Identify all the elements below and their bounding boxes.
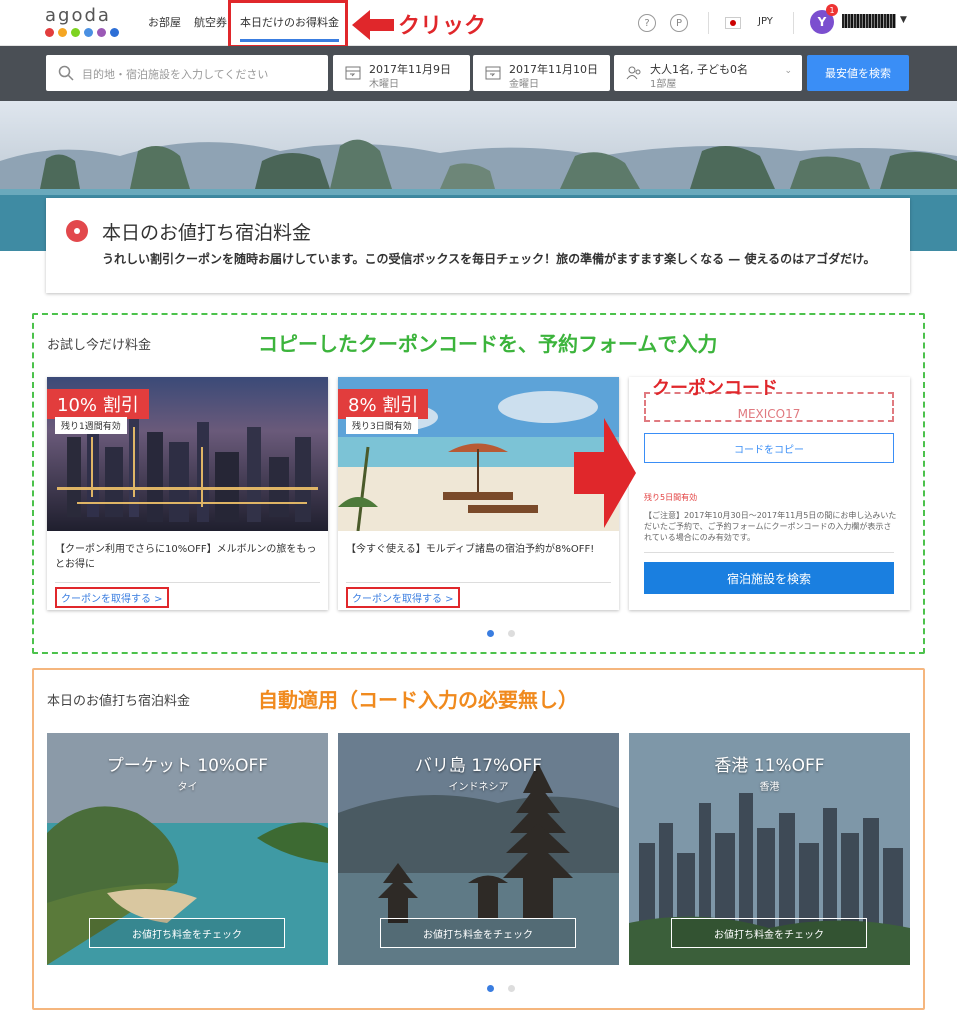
- coupon-carousel-dots[interactable]: [487, 630, 515, 637]
- coupon-code-card: MEXICO17 コードをコピー 残り5日間有効 【ご注意】2017年10月30…: [629, 377, 910, 610]
- checkin-day: 木曜日: [369, 79, 399, 90]
- guests-selector[interactable]: 大人1名, 子ども0名 1部屋 ⌄: [614, 55, 802, 91]
- coupon-description: 【今すぐ使える】モルディブ諸島の宿泊予約が8%OFF!: [346, 544, 595, 555]
- melbourne-city-image: 10% 割引 残り1週間有効: [47, 377, 328, 531]
- logo-dot: [84, 28, 93, 37]
- search-lowest-price-button[interactable]: 最安値を検索: [807, 55, 909, 91]
- carousel-dot-active[interactable]: [487, 630, 494, 637]
- chevron-down-icon[interactable]: ▼: [900, 15, 907, 25]
- guests-icon: [626, 66, 641, 80]
- copy-code-button[interactable]: コードをコピー: [644, 433, 894, 463]
- search-bar: 目的地・宿泊施設を入力してください 2017年11月9日 木曜日 2017年11…: [0, 46, 957, 101]
- logo-text: agoda: [45, 5, 111, 26]
- divider: [708, 12, 709, 34]
- checkout-day: 金曜日: [509, 79, 539, 90]
- code-remaining: 残り5日間有効: [644, 493, 698, 502]
- destination-card-bali[interactable]: バリ島 17%OFF インドネシア お値打ち料金をチェック: [338, 733, 619, 965]
- nav-flights[interactable]: 航空券: [194, 14, 227, 30]
- redacted-username[interactable]: [842, 14, 896, 28]
- logo-dot: [45, 28, 54, 37]
- destination-search-input[interactable]: 目的地・宿泊施設を入力してください: [46, 55, 328, 91]
- help-icon[interactable]: ?: [638, 14, 656, 32]
- coupon-remaining: 残り1週間有効: [55, 417, 127, 434]
- chevron-down-icon: ⌄: [784, 66, 792, 76]
- destination-country: タイ: [177, 782, 198, 793]
- coupon-discount: 8% 割引: [338, 389, 429, 419]
- search-hotels-button[interactable]: 宿泊施設を検索: [644, 562, 894, 594]
- notification-badge: 1: [826, 4, 838, 16]
- annotation-click: クリック: [398, 14, 487, 39]
- destination-name: 香港 11%OFF: [714, 756, 825, 776]
- destination-card-phuket[interactable]: プーケット 10%OFF タイ お値打ち料金をチェック: [47, 733, 328, 965]
- rooms-count: 1部屋: [650, 79, 677, 90]
- divider: [644, 552, 894, 553]
- divider: [793, 12, 794, 34]
- coupon-description: 【クーポン利用でさらに10%OFF】メルボルンの旅をもっとお得に: [55, 544, 317, 570]
- deals-section-label: 本日のお値打ち宿泊料金: [47, 694, 191, 709]
- divider: [346, 582, 611, 583]
- coupon-code-value: MEXICO17: [737, 407, 801, 421]
- agoda-logo[interactable]: agoda: [45, 7, 120, 39]
- checkin-date-field[interactable]: 2017年11月9日 木曜日: [333, 55, 470, 91]
- annotation-highlight-box: [228, 0, 348, 48]
- coupon-discount: 10% 割引: [47, 389, 149, 419]
- check-deal-button[interactable]: お値打ち料金をチェック: [89, 918, 285, 948]
- tag-icon: [66, 220, 88, 242]
- code-note: 【ご注意】2017年10月30日～2017年11月5日の間にお申し込みいただいた…: [644, 511, 897, 542]
- deals-header-title: 本日のお値打ち宿泊料金: [102, 222, 312, 244]
- points-icon[interactable]: P: [670, 14, 688, 32]
- get-coupon-link[interactable]: クーポンを取得する >: [55, 587, 169, 608]
- deals-header-description: うれしい割引クーポンを随時お届けしています。この受信ボックスを毎日チェック！旅の…: [102, 252, 876, 266]
- destination-country: 香港: [759, 782, 780, 793]
- carousel-dot[interactable]: [508, 630, 515, 637]
- deals-carousel-dots[interactable]: [487, 985, 515, 992]
- destination-name: プーケット 10%OFF: [106, 756, 269, 776]
- calendar-checkin-icon: [345, 66, 361, 80]
- coupon-card-melbourne[interactable]: 10% 割引 残り1週間有効 【クーポン利用でさらに10%OFF】メルボルンの旅…: [47, 377, 328, 610]
- destination-country: インドネシア: [448, 782, 509, 793]
- logo-dots: [45, 28, 120, 37]
- checkout-date-field[interactable]: 2017年11月10日 金曜日: [473, 55, 610, 91]
- destination-card-hongkong[interactable]: 香港 11%OFF 香港 お値打ち料金をチェック: [629, 733, 910, 965]
- annotation-arrow-left-icon: [352, 10, 394, 40]
- annotation-section2: 自動適用（コード入力の必要無し）: [258, 688, 578, 712]
- search-placeholder: 目的地・宿泊施設を入力してください: [82, 68, 269, 81]
- divider: [55, 582, 320, 583]
- carousel-dot-active[interactable]: [487, 985, 494, 992]
- carousel-dot[interactable]: [508, 985, 515, 992]
- japan-flag-icon[interactable]: [725, 17, 741, 29]
- search-icon: [58, 65, 74, 81]
- currency-selector[interactable]: JPY: [758, 16, 773, 27]
- coupon-remaining: 残り3日間有効: [346, 417, 418, 434]
- logo-dot: [71, 28, 80, 37]
- deals-header-card: 本日のお値打ち宿泊料金 うれしい割引クーポンを随時お届けしています。この受信ボッ…: [46, 198, 910, 293]
- logo-dot: [58, 28, 67, 37]
- annotation-coupon-code: クーポンコード: [652, 378, 778, 399]
- get-coupon-link[interactable]: クーポンを取得する >: [346, 587, 460, 608]
- nav-rooms[interactable]: お部屋: [148, 14, 181, 30]
- destination-name: バリ島 17%OFF: [414, 756, 543, 776]
- logo-dot: [97, 28, 106, 37]
- check-deal-button[interactable]: お値打ち料金をチェック: [380, 918, 576, 948]
- coupon-section-label: お試し今だけ料金: [47, 338, 152, 353]
- check-deal-button[interactable]: お値打ち料金をチェック: [671, 918, 867, 948]
- annotation-section1: コピーしたクーポンコードを、予約フォームで入力: [258, 332, 718, 356]
- calendar-checkout-icon: [485, 66, 501, 80]
- page-root: { "nav": { "logo_text": "agoda", "logo_c…: [0, 0, 957, 1024]
- annotation-arrow-right-icon: [574, 418, 636, 528]
- logo-dot: [110, 28, 119, 37]
